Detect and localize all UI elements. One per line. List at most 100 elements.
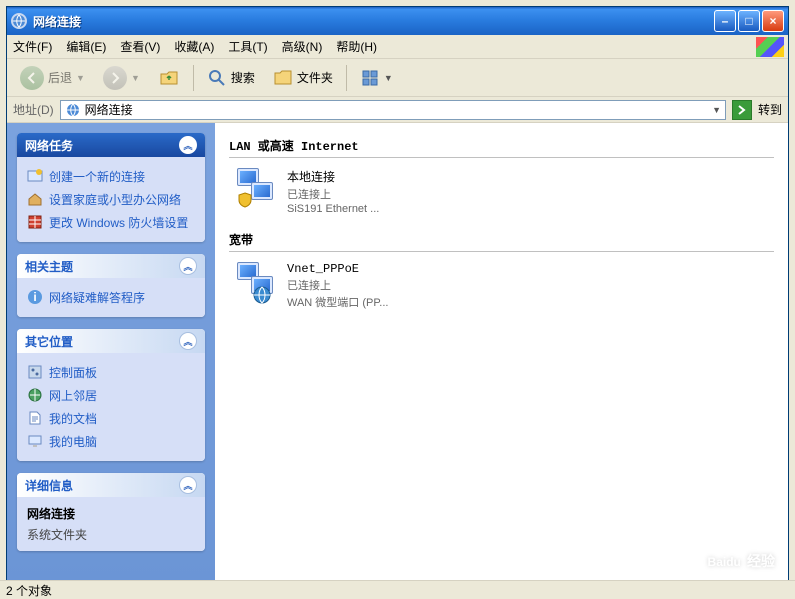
connection-device: WAN 微型端口 (PP... xyxy=(287,294,388,310)
back-arrow-icon xyxy=(20,66,44,90)
menu-favorites[interactable]: 收藏(A) xyxy=(174,38,214,55)
explorer-window: 网络连接 – □ × 文件(F) 编辑(E) 查看(V) 收藏(A) 工具(T)… xyxy=(6,6,789,582)
windows-logo-icon xyxy=(756,37,784,57)
link-label: 创建一个新的连接 xyxy=(49,168,145,185)
main-list: LAN 或高速 Internet 本地连接 已连接上 SiS191 Ethern… xyxy=(215,123,788,581)
toolbar: 后退 ▼ ▼ 搜索 文件夹 ▼ xyxy=(7,59,788,97)
panel-title: 其它位置 xyxy=(25,333,73,350)
watermark: Baidu 经验 xyxy=(708,546,775,572)
panel-header[interactable]: 详细信息 ︽ xyxy=(17,473,205,497)
link-label: 更改 Windows 防火墙设置 xyxy=(49,214,188,231)
panel-title: 相关主题 xyxy=(25,258,73,275)
folders-button[interactable]: 文件夹 xyxy=(266,64,340,92)
link-label: 网络疑难解答程序 xyxy=(49,289,145,306)
content-area: 网络任务 ︽ 创建一个新的连接 设置家庭或小型办公网络 更改 Windows 防… xyxy=(7,123,788,581)
connection-name: Vnet_PPPoE xyxy=(287,262,388,276)
panel-header[interactable]: 网络任务 ︽ xyxy=(17,133,205,157)
dropdown-icon[interactable]: ▼ xyxy=(712,105,721,115)
create-connection-link[interactable]: 创建一个新的连接 xyxy=(27,165,195,188)
home-network-icon xyxy=(27,191,43,207)
broadband-connection-icon xyxy=(237,262,277,302)
control-panel-icon xyxy=(27,364,43,380)
collapse-icon[interactable]: ︽ xyxy=(179,136,197,154)
chevron-down-icon: ▼ xyxy=(384,73,393,83)
collapse-icon[interactable]: ︽ xyxy=(179,332,197,350)
network-tasks-panel: 网络任务 ︽ 创建一个新的连接 设置家庭或小型办公网络 更改 Windows 防… xyxy=(17,133,205,242)
window-buttons: – □ × xyxy=(714,10,784,32)
details-type: 系统文件夹 xyxy=(27,526,195,543)
firewall-link[interactable]: 更改 Windows 防火墙设置 xyxy=(27,211,195,234)
collapse-icon[interactable]: ︽ xyxy=(179,257,197,275)
watermark-sub: 经验 xyxy=(747,553,775,569)
address-value: 网络连接 xyxy=(85,101,133,118)
other-places-panel: 其它位置 ︽ 控制面板 网上邻居 我的文档 我的电脑 xyxy=(17,329,205,461)
search-icon xyxy=(207,68,227,88)
network-places-icon xyxy=(27,387,43,403)
setup-network-link[interactable]: 设置家庭或小型办公网络 xyxy=(27,188,195,211)
network-places-link[interactable]: 网上邻居 xyxy=(27,384,195,407)
section-lan-header: LAN 或高速 Internet xyxy=(229,137,774,158)
close-button[interactable]: × xyxy=(762,10,784,32)
menu-tools[interactable]: 工具(T) xyxy=(228,38,267,55)
panel-title: 详细信息 xyxy=(25,477,73,494)
title-bar[interactable]: 网络连接 – □ × xyxy=(7,7,788,35)
forward-button[interactable]: ▼ xyxy=(96,62,147,94)
globe-overlay-icon xyxy=(253,286,271,304)
go-label: 转到 xyxy=(758,101,782,118)
menu-help[interactable]: 帮助(H) xyxy=(336,38,377,55)
back-label: 后退 xyxy=(48,69,72,86)
control-panel-link[interactable]: 控制面板 xyxy=(27,361,195,384)
forward-arrow-icon xyxy=(103,66,127,90)
my-documents-link[interactable]: 我的文档 xyxy=(27,407,195,430)
link-label: 控制面板 xyxy=(49,364,97,381)
svg-text:i: i xyxy=(33,290,36,304)
info-icon: i xyxy=(27,289,43,305)
search-label: 搜索 xyxy=(231,69,255,86)
connection-vnet-pppoe[interactable]: Vnet_PPPoE 已连接上 WAN 微型端口 (PP... xyxy=(237,262,774,310)
address-bar: 地址(D) 网络连接 ▼ 转到 xyxy=(7,97,788,123)
watermark-brand: Baidu xyxy=(708,555,741,569)
folder-up-icon xyxy=(158,67,180,89)
collapse-icon[interactable]: ︽ xyxy=(179,476,197,494)
details-name: 网络连接 xyxy=(27,505,195,522)
connection-device: SiS191 Ethernet ... xyxy=(287,203,379,215)
related-topics-panel: 相关主题 ︽ i 网络疑难解答程序 xyxy=(17,254,205,317)
connection-status: 已连接上 xyxy=(287,277,388,293)
link-label: 我的文档 xyxy=(49,410,97,427)
up-button[interactable] xyxy=(151,63,187,93)
panel-header[interactable]: 其它位置 ︽ xyxy=(17,329,205,353)
link-label: 网上邻居 xyxy=(49,387,97,404)
connection-local-area[interactable]: 本地连接 已连接上 SiS191 Ethernet ... xyxy=(237,168,774,215)
back-button[interactable]: 后退 ▼ xyxy=(13,62,92,94)
computer-icon xyxy=(27,433,43,449)
network-folder-icon xyxy=(65,102,81,118)
new-connection-icon xyxy=(27,168,43,184)
connection-name: 本地连接 xyxy=(287,168,379,185)
my-computer-link[interactable]: 我的电脑 xyxy=(27,430,195,453)
minimize-button[interactable]: – xyxy=(714,10,736,32)
menu-view[interactable]: 查看(V) xyxy=(120,38,160,55)
views-button[interactable]: ▼ xyxy=(353,64,400,92)
separator xyxy=(193,65,194,91)
menu-advanced[interactable]: 高级(N) xyxy=(282,38,323,55)
task-pane: 网络任务 ︽ 创建一个新的连接 设置家庭或小型办公网络 更改 Windows 防… xyxy=(7,123,215,581)
status-bar: 2 个对象 xyxy=(0,580,795,598)
panel-title: 网络任务 xyxy=(25,137,73,154)
search-button[interactable]: 搜索 xyxy=(200,64,262,92)
status-text: 2 个对象 xyxy=(6,584,52,598)
chevron-down-icon: ▼ xyxy=(131,73,140,83)
address-field[interactable]: 网络连接 ▼ xyxy=(60,100,726,120)
maximize-button[interactable]: □ xyxy=(738,10,760,32)
panel-header[interactable]: 相关主题 ︽ xyxy=(17,254,205,278)
go-button[interactable] xyxy=(732,100,752,120)
shield-overlay-icon xyxy=(237,192,253,208)
menu-file[interactable]: 文件(F) xyxy=(13,38,52,55)
firewall-icon xyxy=(27,214,43,230)
window-title: 网络连接 xyxy=(33,13,714,30)
chevron-down-icon: ▼ xyxy=(76,73,85,83)
details-panel: 详细信息 ︽ 网络连接 系统文件夹 xyxy=(17,473,205,551)
menu-bar: 文件(F) 编辑(E) 查看(V) 收藏(A) 工具(T) 高级(N) 帮助(H… xyxy=(7,35,788,59)
menu-edit[interactable]: 编辑(E) xyxy=(66,38,106,55)
section-broadband-header: 宽带 xyxy=(229,231,774,252)
troubleshoot-link[interactable]: i 网络疑难解答程序 xyxy=(27,286,195,309)
